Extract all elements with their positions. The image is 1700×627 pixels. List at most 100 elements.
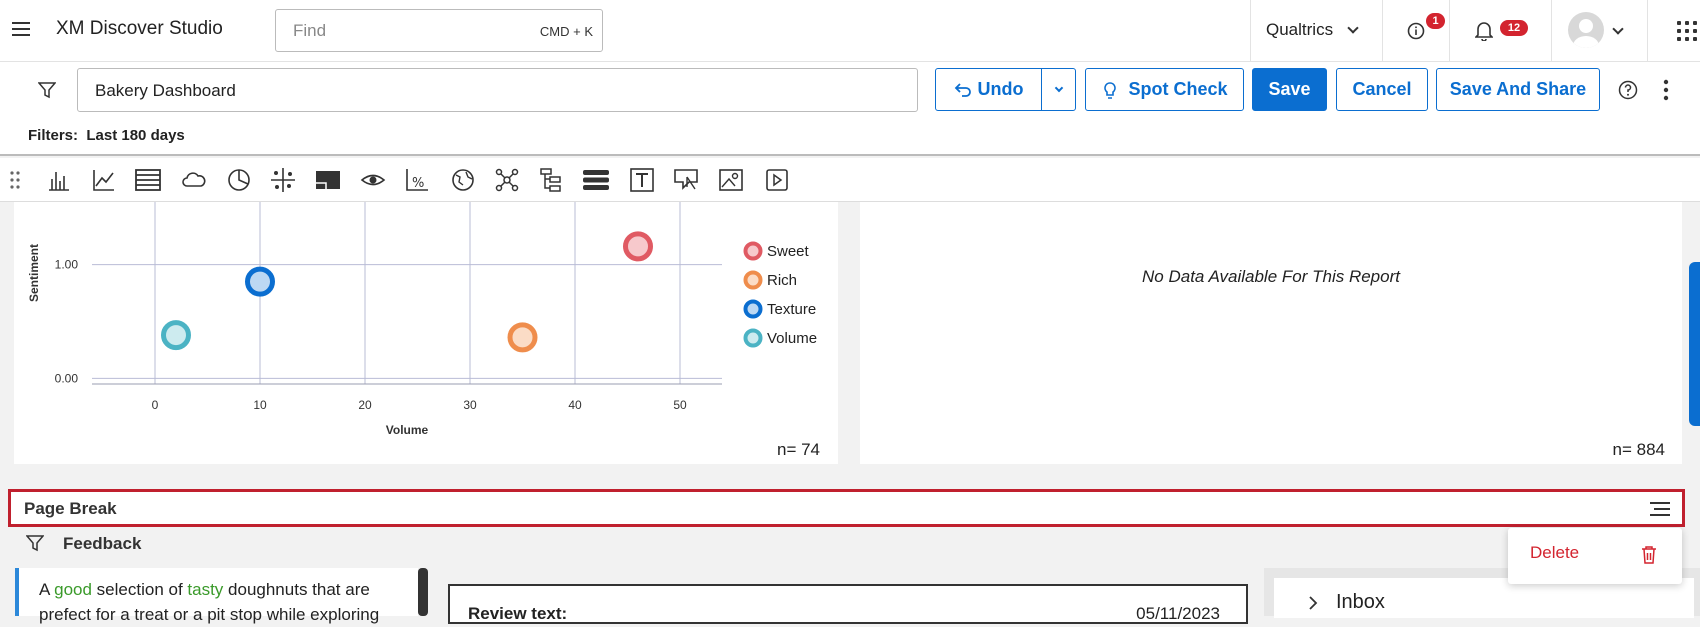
inbox-label: Inbox bbox=[1336, 591, 1385, 613]
word-cloud-icon[interactable] bbox=[181, 167, 207, 193]
spot-check-label: Spot Check bbox=[1128, 79, 1228, 99]
chevron-down-icon bbox=[1054, 83, 1063, 92]
metric-percent-icon[interactable]: % bbox=[404, 167, 430, 193]
dashboard-bar: Bakery Dashboard Undo Spot Check Save Ca… bbox=[0, 62, 1700, 156]
line-chart-icon[interactable] bbox=[91, 167, 117, 193]
notifications-badge: 12 bbox=[1500, 20, 1528, 36]
positive-word: good bbox=[54, 580, 92, 599]
save-button[interactable]: Save bbox=[1252, 68, 1327, 111]
x-tick-label: 40 bbox=[568, 398, 582, 412]
page-break-title: Page Break bbox=[24, 499, 117, 518]
delete-menu-item[interactable]: Delete bbox=[1530, 543, 1579, 563]
cancel-button[interactable]: Cancel bbox=[1336, 68, 1428, 111]
widget-toolbar: % bbox=[0, 158, 1700, 202]
trash-icon[interactable] bbox=[1641, 545, 1657, 565]
report-widget[interactable]: No Data Available For This Report n= 884 bbox=[860, 202, 1682, 464]
inbox-item[interactable]: Inbox bbox=[1274, 578, 1694, 618]
feedback-text-segment: A bbox=[39, 580, 55, 599]
x-axis-label: Volume bbox=[386, 423, 429, 437]
x-tick-label: 20 bbox=[358, 398, 372, 412]
alerts-badge: 1 bbox=[1426, 13, 1445, 29]
find-input[interactable]: Find CMD + K bbox=[275, 9, 603, 52]
feedback-title: Feedback bbox=[63, 534, 142, 553]
main-menu-icon[interactable] bbox=[12, 22, 30, 36]
chevron-down-icon[interactable] bbox=[1612, 23, 1624, 35]
undo-button[interactable]: Undo bbox=[935, 68, 1042, 111]
org-switcher[interactable]: Qualtrics bbox=[1266, 20, 1333, 40]
sample-size-label: n= 884 bbox=[1612, 440, 1665, 459]
find-shortcut: CMD + K bbox=[539, 24, 593, 39]
filters-value: Last 180 days bbox=[86, 127, 185, 144]
pie-chart-icon[interactable] bbox=[226, 167, 252, 193]
review-label: Review text: bbox=[468, 604, 568, 623]
data-point-volume bbox=[161, 320, 191, 351]
menu-lines-icon[interactable] bbox=[1650, 502, 1670, 518]
image-widget-icon[interactable] bbox=[718, 167, 744, 193]
svg-text:%: % bbox=[412, 176, 424, 191]
feedback-card[interactable]: A good selection of tasty doughnuts that… bbox=[15, 568, 418, 624]
undo-icon bbox=[954, 82, 971, 97]
dashboard-name-input[interactable]: Bakery Dashboard bbox=[77, 68, 918, 112]
feedback-text: A good selection of tasty doughnuts that… bbox=[39, 577, 409, 627]
review-box[interactable]: Review text: 05/11/2023 bbox=[448, 584, 1248, 624]
y-axis-label: Sentiment bbox=[27, 244, 41, 302]
app-launcher-icon[interactable] bbox=[1677, 21, 1697, 41]
scrollbar[interactable] bbox=[418, 568, 428, 616]
save-and-share-button[interactable]: Save And Share bbox=[1436, 68, 1600, 111]
filters-summary[interactable]: Filters: Last 180 days bbox=[28, 127, 185, 144]
more-options-icon[interactable] bbox=[1663, 79, 1669, 101]
scatter-plot-icon[interactable] bbox=[270, 167, 296, 193]
y-tick-label: 1.00 bbox=[55, 258, 79, 272]
heatmap-icon[interactable] bbox=[315, 167, 341, 193]
undo-history-dropdown[interactable] bbox=[1041, 68, 1076, 111]
feedback-header: Feedback bbox=[0, 528, 1700, 568]
hierarchy-icon[interactable] bbox=[538, 167, 564, 193]
text-widget-icon[interactable] bbox=[629, 167, 655, 193]
x-tick-label: 10 bbox=[253, 398, 267, 412]
data-point-texture bbox=[245, 266, 275, 297]
x-tick-label: 0 bbox=[152, 398, 159, 412]
divider bbox=[1449, 0, 1450, 62]
lightbulb-icon bbox=[1104, 81, 1117, 99]
no-data-message: No Data Available For This Report bbox=[1142, 267, 1400, 286]
table-icon[interactable] bbox=[135, 167, 161, 193]
undo-label: Undo bbox=[977, 79, 1024, 99]
divider bbox=[1382, 0, 1383, 62]
divider bbox=[1250, 0, 1251, 62]
side-panel-tab[interactable] bbox=[1689, 262, 1700, 426]
filter-icon[interactable] bbox=[26, 534, 44, 552]
scatter-chart: 0 10 20 30 40 50 0.00 1.00 Volume Sentiment Sweet R… bbox=[27, 202, 817, 437]
delete-menu: Delete bbox=[1508, 528, 1682, 584]
x-tick-label: 50 bbox=[673, 398, 687, 412]
scatter-widget[interactable]: 0 10 20 30 40 50 0.00 1.00 Volume Sentiment Sweet R… bbox=[14, 202, 838, 464]
legend-label: Rich bbox=[767, 272, 797, 289]
legend-label: Volume bbox=[767, 330, 817, 347]
globe-map-icon[interactable] bbox=[450, 167, 476, 193]
divider bbox=[1647, 0, 1648, 62]
legend-label: Texture bbox=[767, 301, 816, 318]
network-icon[interactable] bbox=[494, 167, 520, 193]
top-bar: XM Discover Studio Find CMD + K Qualtric… bbox=[0, 0, 1700, 62]
drag-handle-icon[interactable] bbox=[10, 171, 20, 189]
feedback-text-segment: selection of bbox=[91, 580, 188, 599]
page-break-widget[interactable]: Page Break bbox=[8, 489, 1685, 527]
y-tick-label: 0.00 bbox=[55, 371, 79, 385]
legend-marker-texture bbox=[743, 299, 763, 319]
chevron-down-icon[interactable] bbox=[1347, 22, 1359, 34]
app-title: XM Discover Studio bbox=[56, 18, 223, 39]
video-widget-icon[interactable] bbox=[764, 167, 790, 193]
annotation-icon[interactable] bbox=[673, 167, 699, 193]
help-icon[interactable] bbox=[1618, 80, 1638, 100]
filter-icon[interactable] bbox=[38, 81, 56, 99]
eye-icon[interactable] bbox=[360, 167, 386, 193]
avatar[interactable] bbox=[1568, 12, 1604, 48]
bar-chart-icon[interactable] bbox=[46, 167, 72, 193]
find-placeholder: Find bbox=[293, 21, 327, 40]
info-icon[interactable] bbox=[1407, 22, 1425, 40]
spot-check-button[interactable]: Spot Check bbox=[1085, 68, 1244, 111]
legend-marker-rich bbox=[743, 270, 763, 290]
bell-icon[interactable] bbox=[1475, 21, 1493, 41]
stacked-bars-icon[interactable] bbox=[583, 167, 609, 193]
legend-marker-volume bbox=[743, 328, 763, 348]
legend-marker-sweet bbox=[743, 241, 763, 261]
